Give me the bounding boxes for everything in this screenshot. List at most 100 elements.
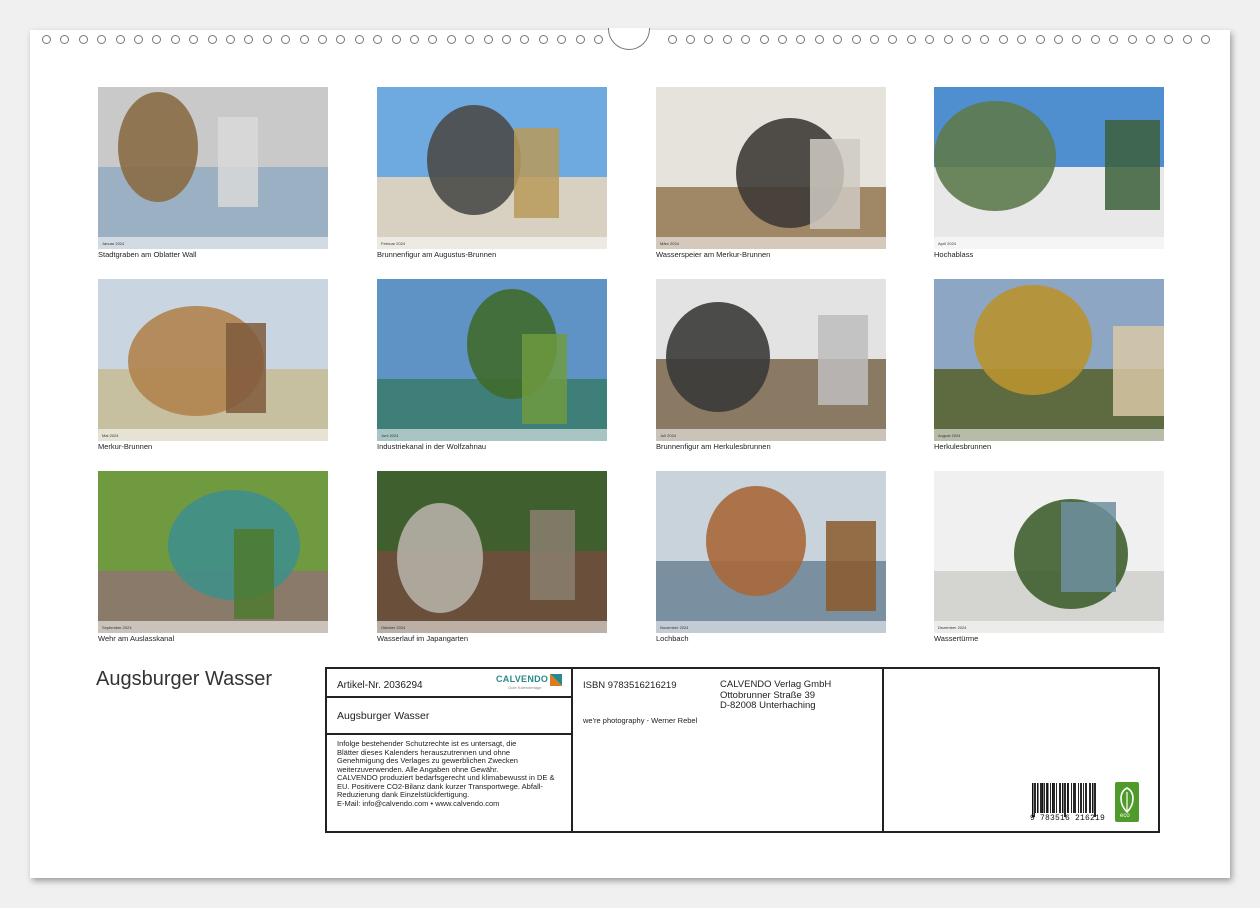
month-photo: Mai 2024 bbox=[98, 279, 328, 441]
binding-ring bbox=[1146, 35, 1155, 44]
month-photo: November 2024 bbox=[656, 471, 886, 633]
binding-ring bbox=[244, 35, 254, 44]
binding-ring bbox=[906, 35, 916, 44]
binding-ring bbox=[704, 35, 714, 44]
binding-ring bbox=[281, 35, 291, 44]
photo-caption: Brunnenfigur am Augustus-Brunnen bbox=[377, 250, 497, 259]
product-title: Augsburger Wasser bbox=[337, 710, 430, 722]
photo-caption: Hochablass bbox=[934, 250, 974, 259]
binding-ring bbox=[134, 35, 143, 44]
month-label: April 2024 bbox=[938, 241, 957, 246]
photo-caption: Industriekanal in der Wolfzahnau bbox=[377, 442, 487, 451]
photo-placeholder: Februar 2024 bbox=[377, 87, 607, 249]
imprint-article-box: Artikel-Nr. 2036294 CALVENDO Gute Kalend… bbox=[325, 667, 573, 833]
month-photo: Juli 2024 bbox=[656, 279, 886, 441]
binding-ring bbox=[851, 35, 861, 44]
month-label: Januar 2024 bbox=[102, 241, 125, 246]
binding-ring bbox=[189, 35, 199, 44]
binding-ring bbox=[465, 35, 475, 44]
binding-ring bbox=[667, 35, 677, 44]
binding-ring bbox=[60, 35, 70, 44]
month-label: September 2024 bbox=[102, 625, 132, 630]
binding-ring bbox=[888, 35, 898, 44]
binding-ring bbox=[962, 35, 971, 44]
month-photo: September 2024 bbox=[98, 471, 328, 633]
photo-placeholder: Januar 2024 bbox=[98, 87, 328, 249]
photo-caption: Brunnenfigur am Herkulesbrunnen bbox=[656, 442, 771, 451]
photo-placeholder: November 2024 bbox=[656, 471, 886, 633]
photo-placeholder: Juli 2024 bbox=[656, 279, 886, 441]
calvendo-tagline: Gute Kalendertage bbox=[508, 685, 542, 690]
binding-ring bbox=[502, 35, 511, 44]
photo-caption: Wasserspeier am Merkur-Brunnen bbox=[656, 250, 771, 259]
binding-ring bbox=[115, 35, 125, 44]
binding-ring bbox=[391, 35, 401, 44]
binding-ring bbox=[318, 35, 327, 44]
binding-ring bbox=[373, 35, 383, 44]
legal-notice: Infolge bestehender Schutzrechte ist es … bbox=[337, 739, 569, 808]
binding-ring bbox=[1182, 35, 1192, 44]
binding-ring bbox=[1054, 35, 1063, 44]
photo-caption: Wehr am Auslasskanal bbox=[98, 634, 175, 643]
binding-ring bbox=[1017, 35, 1027, 44]
month-photo: Dezember 2024 bbox=[934, 471, 1164, 633]
eco-badge: eco bbox=[1115, 782, 1139, 822]
photo-placeholder: Mai 2024 bbox=[98, 279, 328, 441]
binding-ring bbox=[594, 35, 603, 44]
photo-placeholder: März 2024 bbox=[656, 87, 886, 249]
binding-ring bbox=[262, 35, 272, 44]
binding-ring bbox=[336, 35, 346, 44]
binding-ring bbox=[686, 35, 695, 44]
month-photo: Oktober 2024 bbox=[377, 471, 607, 633]
month-label: Juli 2024 bbox=[660, 433, 677, 438]
binding-ring bbox=[722, 35, 732, 44]
binding-ring bbox=[943, 35, 953, 44]
barcode-number: 9 783516 216219 bbox=[1030, 814, 1106, 823]
month-photo: August 2024 bbox=[934, 279, 1164, 441]
eco-label: eco bbox=[1120, 813, 1130, 819]
publisher-line: CALVENDO Verlag GmbH bbox=[720, 679, 832, 690]
binding-ring bbox=[814, 35, 824, 44]
binding-ring bbox=[759, 35, 769, 44]
binding-ring bbox=[998, 35, 1008, 44]
binding-ring bbox=[226, 35, 235, 44]
binding-ring bbox=[299, 35, 309, 44]
binding-ring bbox=[1164, 35, 1174, 44]
month-label: Februar 2024 bbox=[381, 241, 406, 246]
binding-ring bbox=[483, 35, 493, 44]
month-label: Mai 2024 bbox=[102, 433, 119, 438]
binding-ring bbox=[925, 35, 935, 44]
binding-ring bbox=[446, 35, 456, 44]
month-photo: Februar 2024 bbox=[377, 87, 607, 249]
binding-ring bbox=[1127, 35, 1137, 44]
binding-ring bbox=[833, 35, 843, 44]
binding-ring bbox=[557, 35, 567, 44]
month-label: Dezember 2024 bbox=[938, 625, 967, 630]
photo-placeholder: September 2024 bbox=[98, 471, 328, 633]
binding-ring bbox=[1035, 35, 1045, 44]
month-photo: März 2024 bbox=[656, 87, 886, 249]
binding-ring bbox=[42, 35, 51, 44]
binding-ring bbox=[207, 35, 217, 44]
binding-ring bbox=[741, 35, 751, 44]
photo-caption: Wassertürme bbox=[934, 634, 979, 643]
binding-ring bbox=[170, 35, 180, 44]
month-label: August 2024 bbox=[938, 433, 961, 438]
month-label: Oktober 2024 bbox=[381, 625, 406, 630]
photo-placeholder: August 2024 bbox=[934, 279, 1164, 441]
binding-ring bbox=[1109, 35, 1119, 44]
binding-ring bbox=[354, 35, 364, 44]
publisher-address: CALVENDO Verlag GmbH Ottobrunner Straße 3… bbox=[720, 679, 832, 712]
photo-placeholder: Dezember 2024 bbox=[934, 471, 1164, 633]
binding-ring bbox=[78, 35, 88, 44]
photo-caption: Wasserlauf im Japangarten bbox=[377, 634, 469, 643]
calendar-page: Januar 2024 Stadtgraben am Oblatter Wall F… bbox=[30, 28, 1230, 878]
isbn: ISBN 9783516216219 bbox=[583, 680, 677, 691]
binding-ring bbox=[97, 35, 107, 44]
binding-ring bbox=[410, 35, 419, 44]
month-label: November 2024 bbox=[660, 625, 689, 630]
photo-caption: Stadtgraben am Oblatter Wall bbox=[98, 250, 197, 259]
binding-ring bbox=[870, 35, 879, 44]
binding-ring bbox=[778, 35, 787, 44]
photo-caption: Lochbach bbox=[656, 634, 689, 643]
